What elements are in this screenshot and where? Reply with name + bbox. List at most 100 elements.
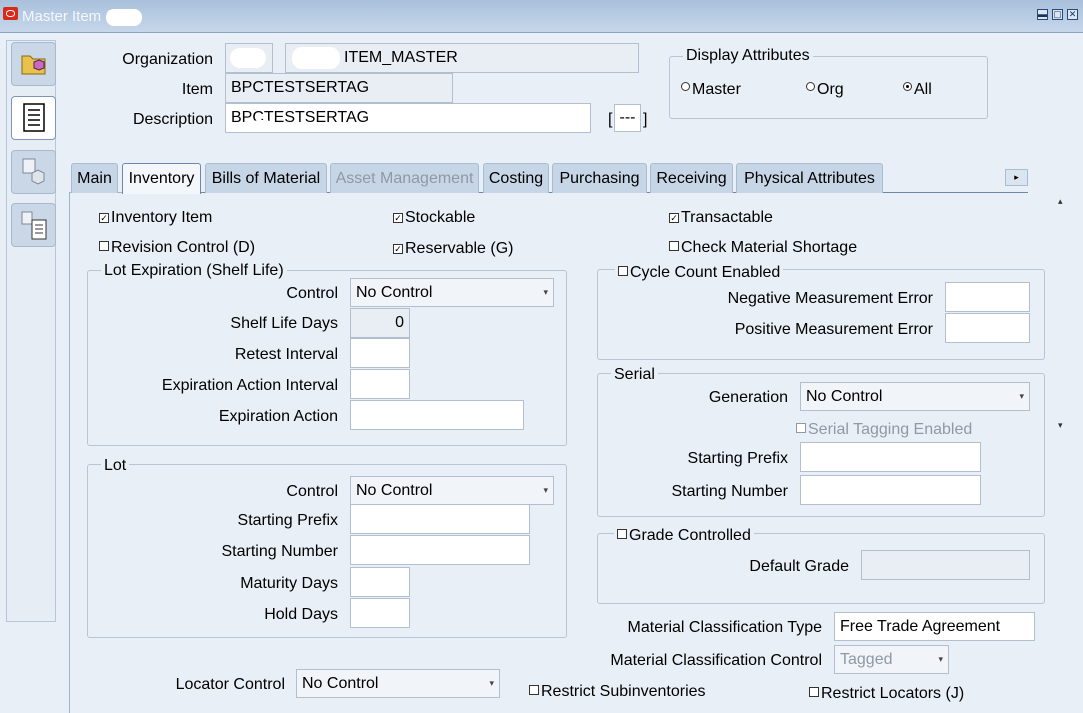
material-classification-control-label: Material Classification Control (610, 652, 822, 669)
window-title-bar[interactable]: Master Item ( ▬ ▢ ✕ (0, 0, 1083, 33)
radio-master-label: Master (692, 81, 741, 98)
transactable-checkbox[interactable]: ✓ Transactable (669, 209, 773, 227)
expiration-action-interval-field[interactable] (350, 369, 410, 399)
redacted-organization-code (230, 48, 266, 68)
cycle-count-checkbox[interactable]: Cycle Count Enabled (615, 264, 784, 282)
shelf-life-days-field[interactable]: 0 (350, 308, 410, 338)
radio-master[interactable]: Master (681, 81, 741, 99)
lot-starting-prefix-field[interactable] (350, 504, 530, 534)
restrict-locators-checkbox[interactable]: Restrict Locators (J) (809, 685, 964, 703)
organization-label: Organization (122, 51, 213, 68)
lot-control-select[interactable]: No Control ▾ (350, 476, 554, 505)
restore-icon[interactable]: ▢ (1052, 9, 1063, 20)
checkbox-icon[interactable]: ✓ (393, 213, 403, 223)
inventory-item-label: Inventory Item (111, 209, 213, 226)
scroll-up-icon[interactable]: ▴ (1058, 196, 1063, 207)
lot-starting-prefix-label: Starting Prefix (237, 512, 338, 529)
check-material-shortage-checkbox[interactable]: Check Material Shortage (669, 239, 857, 257)
item-cube-icon[interactable] (11, 150, 56, 194)
radio-org-icon[interactable] (806, 82, 815, 91)
retest-interval-label: Retest Interval (234, 346, 338, 363)
checkbox-icon[interactable]: ✓ (393, 244, 403, 254)
serial-generation-label: Generation (708, 389, 788, 406)
default-grade-field[interactable] (861, 550, 1030, 580)
grade-controlled-checkbox[interactable]: Grade Controlled (614, 527, 754, 545)
redacted-organization-prefix (292, 47, 340, 69)
restrict-subinventories-checkbox[interactable]: Restrict Subinventories (529, 683, 706, 701)
folder-cube-icon[interactable] (11, 42, 56, 86)
checkbox-icon[interactable] (99, 241, 109, 251)
material-classification-type-label: Material Classification Type (627, 619, 822, 636)
tab-scroll-right-icon[interactable]: ▸ (1005, 169, 1028, 186)
tab-physical-attributes[interactable]: Physical Attributes (736, 163, 883, 193)
retest-interval-field[interactable] (350, 338, 410, 368)
item-list-icon[interactable] (11, 203, 56, 247)
lot-starting-number-field[interactable] (350, 535, 530, 565)
check-material-shortage-label: Check Material Shortage (681, 239, 858, 256)
inventory-item-checkbox[interactable]: ✓ Inventory Item (99, 209, 212, 227)
redacted-description-part (252, 120, 272, 132)
serial-starting-number-field[interactable] (800, 475, 981, 505)
serial-generation-select[interactable]: No Control ▾ (800, 382, 1030, 411)
tab-receiving[interactable]: Receiving (650, 163, 733, 193)
checkbox-icon[interactable]: ✓ (99, 213, 109, 223)
stockable-checkbox[interactable]: ✓ Stockable (393, 209, 475, 227)
positive-measurement-error-field[interactable] (945, 313, 1030, 343)
checkbox-icon[interactable] (809, 687, 819, 697)
material-classification-control-value: Tagged (840, 651, 893, 668)
display-attributes-title: Display Attributes (683, 47, 813, 65)
item-field[interactable]: BPCTESTSERTAG (225, 73, 453, 103)
lot-expiration-control-select[interactable]: No Control ▾ (350, 278, 554, 307)
chevron-down-icon: ▾ (938, 654, 943, 664)
close-icon[interactable]: ✕ (1067, 9, 1078, 20)
checkbox-icon[interactable] (617, 529, 627, 539)
serial-tagging-checkbox[interactable]: Serial Tagging Enabled (796, 421, 972, 439)
scroll-down-icon[interactable]: ▾ (1058, 420, 1063, 431)
material-classification-control-select[interactable]: Tagged ▾ (834, 645, 949, 674)
lot-expiration-title: Lot Expiration (Shelf Life) (101, 262, 287, 280)
checkbox-icon[interactable] (529, 685, 539, 695)
negative-measurement-error-field[interactable] (945, 282, 1030, 312)
radio-all-icon[interactable] (903, 82, 912, 91)
radio-org[interactable]: Org (806, 81, 844, 99)
checkbox-icon[interactable] (618, 266, 628, 276)
expiration-action-field[interactable] (350, 400, 524, 430)
lot-expiration-control-label: Control (286, 285, 338, 302)
chevron-down-icon: ▾ (1019, 391, 1024, 401)
chevron-down-icon: ▾ (543, 287, 548, 297)
revision-control-checkbox[interactable]: Revision Control (D) (99, 239, 255, 257)
hold-days-field[interactable] (350, 598, 410, 628)
serial-starting-number-label: Starting Number (671, 483, 789, 500)
restrict-subinventories-label: Restrict Subinventories (541, 683, 706, 700)
tab-main[interactable]: Main (71, 163, 118, 193)
maturity-days-field[interactable] (350, 567, 410, 597)
locator-control-select[interactable]: No Control ▾ (296, 669, 500, 698)
restrict-locators-label: Restrict Locators (J) (821, 685, 965, 702)
description-field[interactable]: BPCTESTSERTAG (225, 103, 591, 133)
reservable-checkbox[interactable]: ✓ Reservable (G) (393, 240, 513, 258)
minimize-icon[interactable]: ▬ (1037, 9, 1048, 20)
serial-starting-prefix-field[interactable] (800, 442, 981, 472)
radio-all[interactable]: All (903, 81, 932, 99)
serial-title: Serial (611, 366, 658, 384)
tab-inventory[interactable]: Inventory (122, 163, 201, 194)
grade-controlled-label: Grade Controlled (629, 527, 751, 544)
checkbox-icon[interactable] (796, 423, 806, 433)
radio-master-icon[interactable] (681, 82, 690, 91)
checkbox-icon[interactable]: ✓ (669, 213, 679, 223)
serial-tagging-label: Serial Tagging Enabled (808, 421, 973, 438)
tab-purchasing[interactable]: Purchasing (552, 163, 647, 193)
descriptive-flexfield[interactable]: --- (614, 104, 641, 132)
tab-bills-of-material[interactable]: Bills of Material (205, 163, 327, 193)
flex-bracket-open: [ (608, 111, 613, 128)
negative-measurement-error-label: Negative Measurement Error (727, 290, 933, 307)
tab-asset-management[interactable]: Asset Management (330, 163, 479, 193)
tab-costing[interactable]: Costing (483, 163, 549, 193)
locator-control-value: No Control (302, 675, 379, 692)
document-list-icon[interactable] (11, 96, 56, 140)
positive-measurement-error-label: Positive Measurement Error (734, 321, 933, 338)
checkbox-icon[interactable] (669, 241, 679, 251)
material-classification-type-field[interactable]: Free Trade Agreement (834, 612, 1035, 641)
oracle-logo-icon (3, 7, 18, 20)
radio-all-label: All (914, 81, 932, 98)
